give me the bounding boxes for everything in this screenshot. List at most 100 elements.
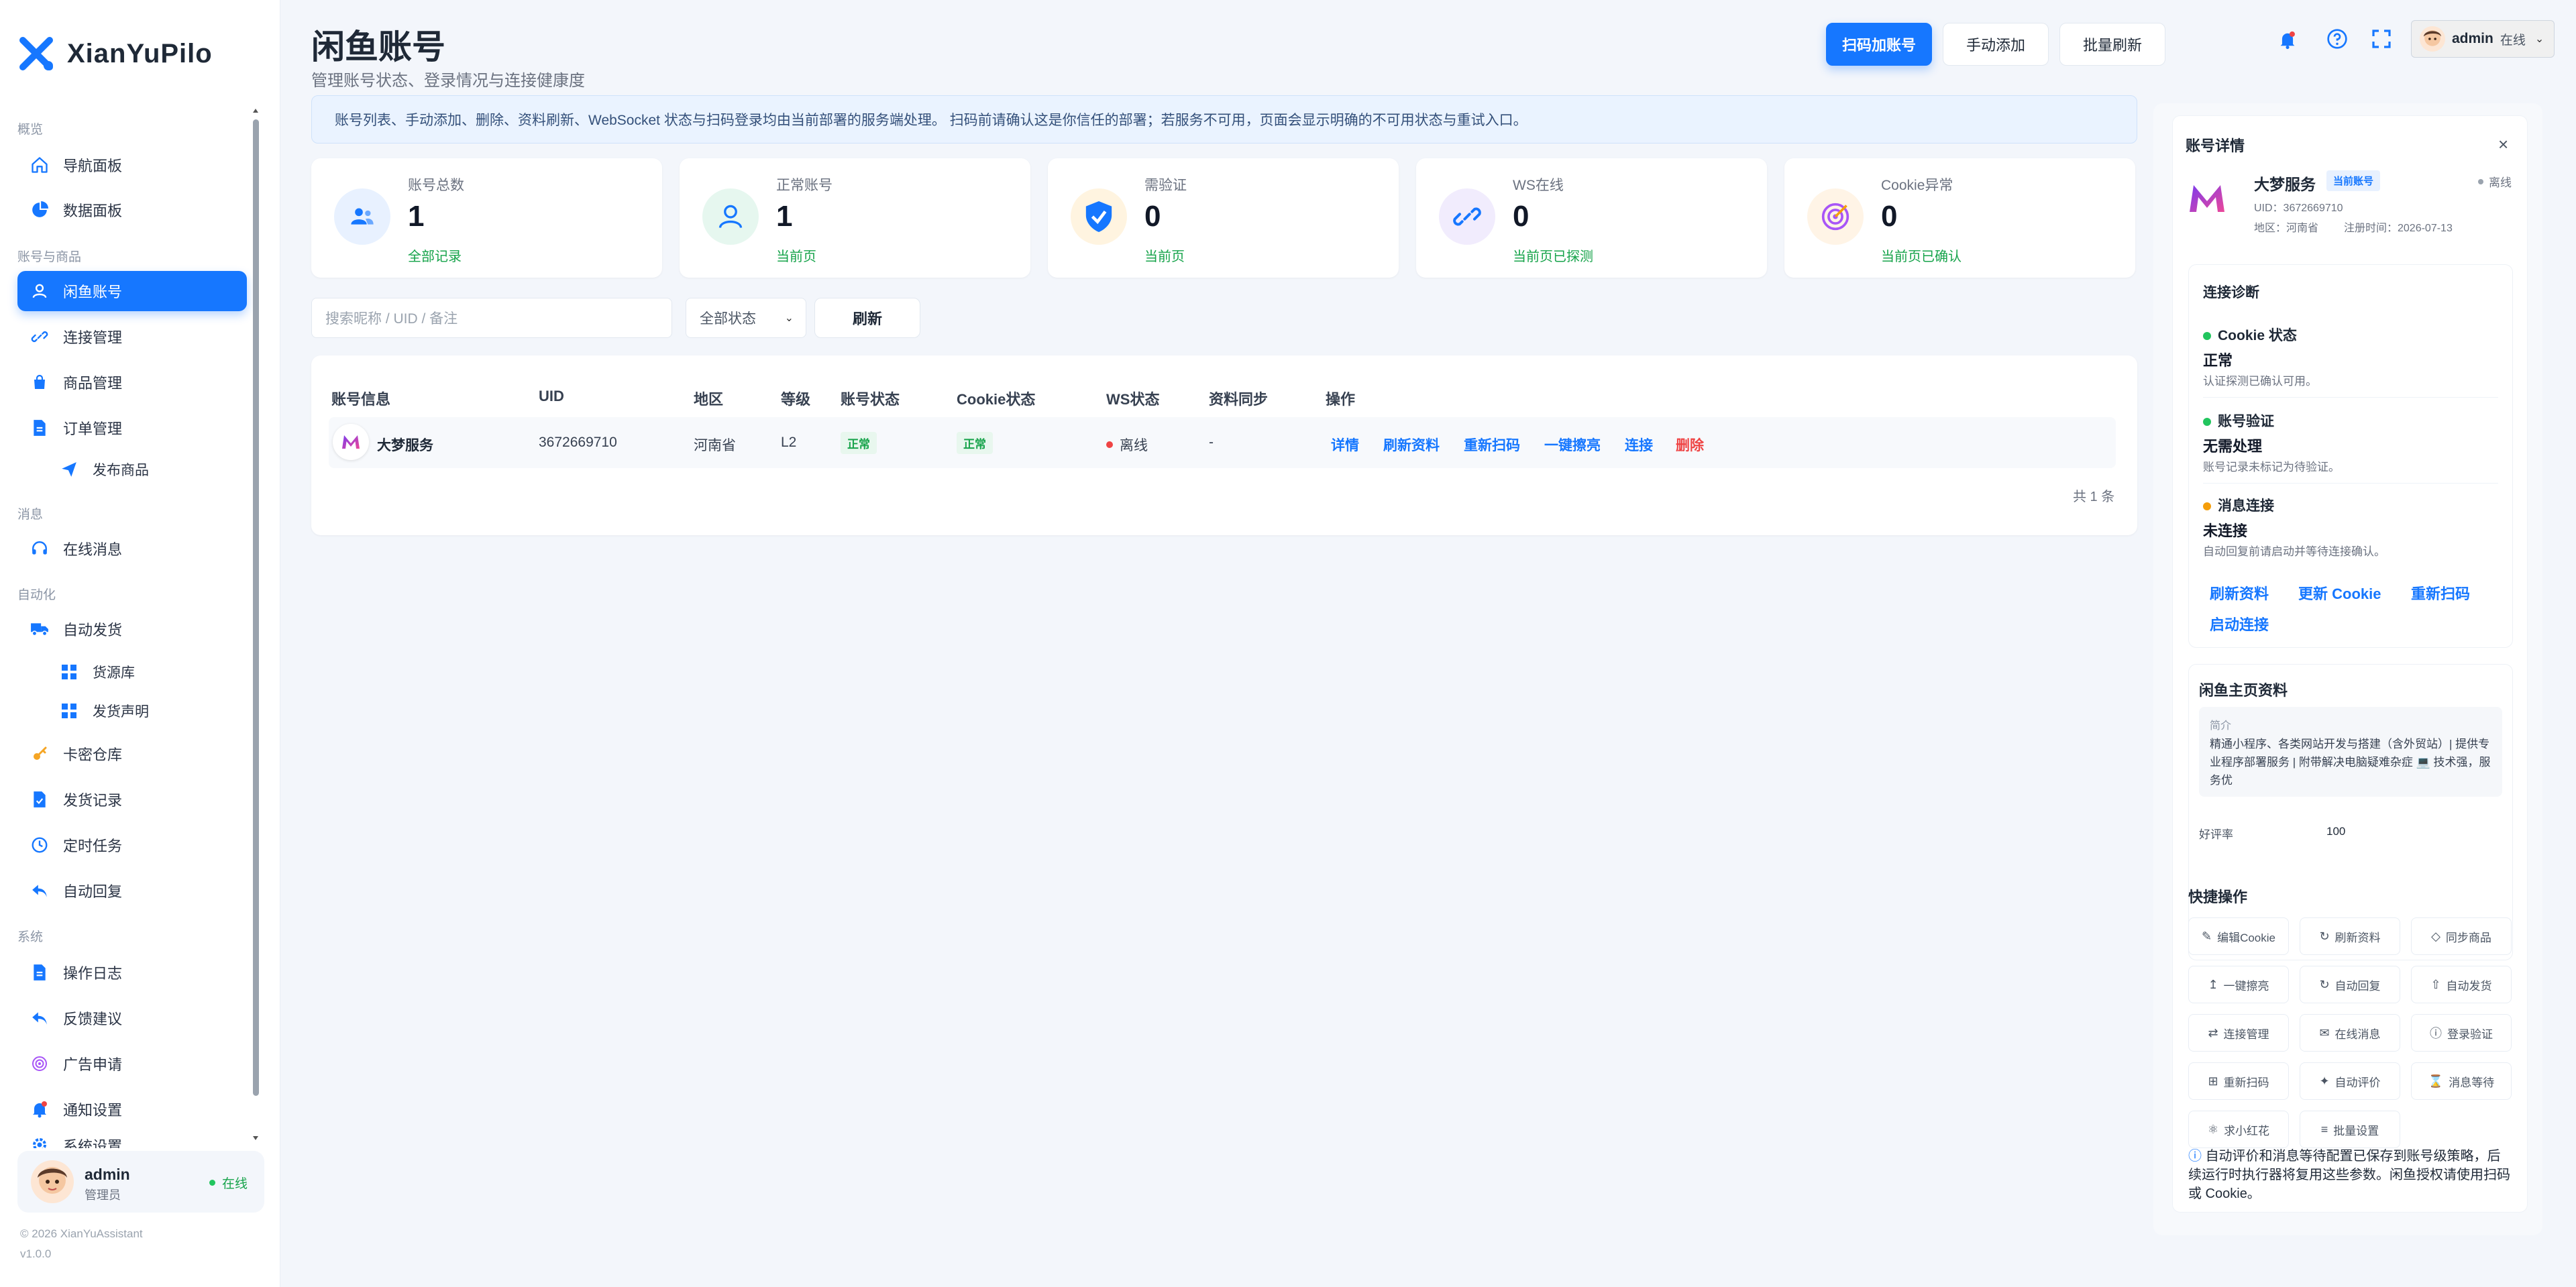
sidebar-item-label: 系统设置 (63, 1138, 123, 1148)
account-sync: - (1209, 435, 1214, 450)
detail-status-text: 离线 (2489, 176, 2512, 189)
quick-action-icon: ↻ (2319, 929, 2330, 943)
sidebar-item-supply[interactable]: 货源库 (47, 655, 247, 689)
quick-action-button[interactable]: ↥ 一键擦亮 (2188, 966, 2289, 1003)
table-header-level: 等级 (781, 391, 811, 408)
sidebar-item-sys-settings[interactable]: 系统设置 (17, 1135, 247, 1148)
shopping-bag-icon (30, 372, 50, 392)
target-icon (1807, 188, 1864, 245)
quick-action-button[interactable]: ⇧ 自动发货 (2411, 966, 2512, 1003)
refresh-button[interactable]: 刷新 (814, 298, 920, 338)
stat-label: 需验证 (1144, 178, 1187, 193)
quick-action-icon: ✦ (2319, 1074, 2330, 1088)
quick-action-button[interactable]: ✎ 编辑Cookie (2188, 917, 2289, 955)
sidebar-item-label: 反馈建议 (63, 1011, 123, 1027)
sidebar-item-data-panel[interactable]: 数据面板 (17, 190, 247, 230)
manual-add-button[interactable]: 手动添加 (1943, 23, 2049, 66)
sidebar-item-connections[interactable]: 连接管理 (17, 317, 247, 357)
close-icon[interactable]: × (2498, 134, 2508, 155)
quick-action-button[interactable]: ✦ 自动评价 (2300, 1062, 2400, 1100)
quick-action-button[interactable]: ↻ 自动回复 (2300, 966, 2400, 1003)
start-connection-link[interactable]: 启动连接 (2210, 613, 2269, 634)
quick-action-label: 连接管理 (2223, 1027, 2269, 1041)
quick-action-button[interactable]: ⇄ 连接管理 (2188, 1014, 2289, 1052)
sidebar-item-delivery-log[interactable]: 发货记录 (17, 779, 247, 820)
account-detail-panel: 账号详情 × 大梦服务 当前账号 离线 UID：3672669710 地区：河南… (2153, 103, 2542, 1235)
sidebar-item-auto-reply[interactable]: 自动回复 (17, 871, 247, 911)
sidebar-item-xianyu-accounts[interactable]: 闲鱼账号 (17, 271, 247, 311)
notification-bell-icon[interactable] (2278, 30, 2297, 50)
offline-dot-icon (2478, 178, 2483, 184)
sidebar-item-label: 通知设置 (63, 1102, 123, 1119)
rescan-link[interactable]: 重新扫码 (2411, 582, 2470, 604)
delete-link[interactable]: 删除 (1676, 435, 1704, 455)
sidebar-item-op-log[interactable]: 操作日志 (17, 952, 247, 993)
account-name: 大梦服务 (377, 438, 433, 453)
grid-icon (59, 701, 79, 721)
quick-action-label: 求小红花 (2224, 1124, 2270, 1137)
sidebar-item-auto-delivery[interactable]: 自动发货 (17, 609, 247, 649)
fullscreen-icon[interactable] (2371, 28, 2392, 50)
quick-action-button[interactable]: ⚛ 求小红花 (2188, 1111, 2289, 1148)
stat-foot: 当前页已探测 (1513, 249, 1593, 264)
sidebar-item-ad-apply[interactable]: 广告申请 (17, 1044, 247, 1084)
quick-action-button[interactable]: ⓘ 登录验证 (2411, 1014, 2512, 1052)
sidebar-item-label: 自动发货 (63, 622, 123, 638)
sidebar-item-feedback[interactable]: 反馈建议 (17, 998, 247, 1038)
rescan-link[interactable]: 重新扫码 (1464, 435, 1520, 455)
scroll-down-arrow-icon[interactable] (252, 1135, 259, 1141)
detail-account-name: 大梦服务 (2254, 176, 2316, 193)
connect-link[interactable]: 连接 (1625, 435, 1653, 455)
quick-action-button[interactable]: ⌛ 消息等待 (2411, 1062, 2512, 1100)
refresh-profile-link[interactable]: 刷新资料 (2210, 582, 2269, 604)
stat-value: 0 (1881, 200, 1898, 233)
diag-cookie-desc: 认证探测已确认可用。 (2203, 375, 2317, 388)
sidebar-user-card[interactable]: admin 管理员 在线 (17, 1151, 264, 1213)
sidebar-item-delivery-statement[interactable]: 发货声明 (47, 693, 247, 728)
quick-action-icon: ≡ (2320, 1122, 2328, 1136)
diag-msg-desc: 自动回复前请启动并等待连接确认。 (2203, 545, 2385, 558)
sidebar-item-products[interactable]: 商品管理 (17, 362, 247, 402)
quick-action-button[interactable]: ✉ 在线消息 (2300, 1014, 2400, 1052)
quick-action-button[interactable]: ⊞ 重新扫码 (2188, 1062, 2289, 1100)
status-select[interactable]: 全部状态 ⌄ (686, 298, 806, 338)
section-messages: 消息 (17, 508, 44, 522)
update-cookie-link[interactable]: 更新 Cookie (2298, 582, 2381, 604)
table-header-account-status: 账号状态 (841, 391, 900, 408)
quick-action-button[interactable]: ↻ 刷新资料 (2300, 917, 2400, 955)
sidebar-item-label: 货源库 (93, 665, 135, 681)
app-logo[interactable]: XianYuPilo (17, 35, 213, 72)
quick-action-icon: ✉ (2319, 1025, 2330, 1040)
batch-refresh-button[interactable]: 批量刷新 (2059, 23, 2165, 66)
stat-label: 正常账号 (776, 178, 833, 193)
search-input[interactable]: 搜索昵称 / UID / 备注 (311, 298, 672, 338)
sidebar-item-card-store[interactable]: 卡密仓库 (17, 734, 247, 774)
user-menu[interactable]: admin 在线 ⌄ (2411, 20, 2555, 58)
sidebar-item-online-msg[interactable]: 在线消息 (17, 528, 247, 569)
sidebar-item-publish[interactable]: 发布商品 (47, 452, 247, 487)
copyright: © 2026 XianYuAssistant (20, 1227, 143, 1240)
quick-note-text: 自动评价和消息等待配置已保存到账号级策略，后续运行时执行器将复用这些参数。闲鱼授… (2188, 1149, 2510, 1201)
quick-action-icon: ⇧ (2430, 977, 2441, 991)
scan-add-button[interactable]: 扫码加账号 (1826, 23, 1932, 66)
sidebar-item-notify[interactable]: 通知设置 (17, 1089, 247, 1129)
quick-action-icon: ↻ (2319, 977, 2330, 991)
refresh-profile-link[interactable]: 刷新资料 (1383, 435, 1440, 455)
quick-action-label: 一键擦亮 (2223, 979, 2269, 993)
detail-title: 账号详情 (2186, 137, 2245, 154)
sidebar-item-scheduled[interactable]: 定时任务 (17, 825, 247, 865)
info-icon: ⓘ (2188, 1149, 2202, 1164)
shield-check-icon (1071, 188, 1127, 245)
quick-action-icon: ✎ (2201, 929, 2212, 943)
help-icon[interactable] (2326, 28, 2348, 50)
quick-action-button[interactable]: ◇ 同步商品 (2411, 917, 2512, 955)
quick-action-button[interactable]: ≡ 批量设置 (2300, 1111, 2400, 1148)
detail-link[interactable]: 详情 (1331, 435, 1359, 455)
sidebar-scroll-thumb[interactable] (253, 119, 259, 1096)
account-region: 河南省 (694, 438, 736, 453)
scroll-up-arrow-icon[interactable] (252, 107, 259, 114)
status-dot-icon (2203, 332, 2211, 341)
polish-link[interactable]: 一键擦亮 (1544, 435, 1601, 455)
sidebar-item-nav-panel[interactable]: 导航面板 (17, 145, 247, 185)
sidebar-item-orders[interactable]: 订单管理 (17, 408, 247, 448)
